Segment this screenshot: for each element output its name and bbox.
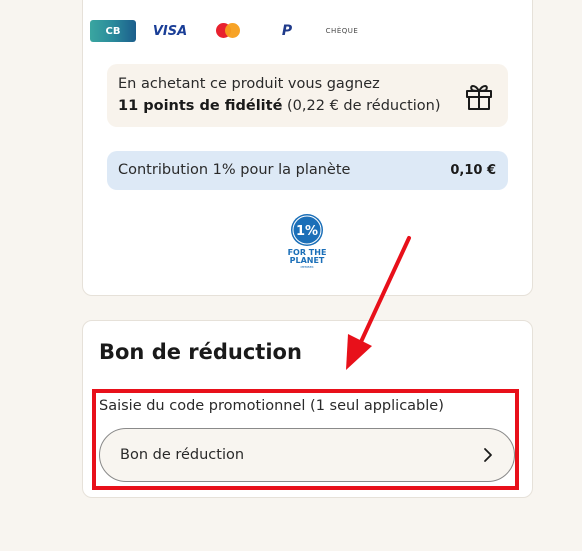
- mastercard-orange-circle: [225, 23, 240, 38]
- cb-card-icon: CB: [90, 20, 136, 42]
- planet-contribution-row: Contribution 1% pour la planète 0,10 €: [107, 151, 508, 190]
- coupon-section-title: Bon de réduction: [99, 340, 302, 364]
- gift-icon: [466, 85, 492, 110]
- one-percent-for-the-planet-logo: 1% FOR THE PLANET MEMBER: [288, 214, 326, 269]
- ftp-percent: 1%: [296, 224, 318, 239]
- visa-label: VISA: [152, 23, 188, 39]
- loyalty-intro-text: En achetant ce produit vous gagnez: [118, 76, 380, 92]
- loyalty-points-text: 11 points de fidélité (0,22 € de réducti…: [118, 98, 441, 114]
- visa-icon: VISA: [152, 20, 188, 42]
- coupon-input-text: Bon de réduction: [120, 447, 245, 463]
- coupon-code-input[interactable]: Bon de réduction: [99, 428, 515, 482]
- loyalty-points-count: 11 points de fidélité: [118, 98, 283, 114]
- payment-methods-row: CB VISA P CHÈQUE: [90, 20, 370, 42]
- ftp-line3: MEMBER: [300, 265, 313, 269]
- cheque-icon: CHÈQUE: [320, 20, 364, 42]
- ftp-line2: PLANET: [290, 256, 325, 265]
- promo-code-label: Saisie du code promotionnel (1 seul appl…: [99, 398, 444, 414]
- paypal-icon: P: [276, 20, 298, 42]
- loyalty-reduction-text: (0,22 € de réduction): [282, 98, 441, 114]
- contribution-value: 0,10 €: [450, 163, 496, 178]
- contribution-label: Contribution 1% pour la planète: [118, 162, 351, 178]
- cb-label: CB: [105, 25, 121, 37]
- chevron-right-icon: [484, 448, 492, 462]
- paypal-label: P: [281, 23, 293, 39]
- mastercard-icon: [212, 20, 244, 42]
- cheque-label: CHÈQUE: [325, 27, 359, 35]
- loyalty-points-banner: En achetant ce produit vous gagnez 11 po…: [107, 64, 508, 127]
